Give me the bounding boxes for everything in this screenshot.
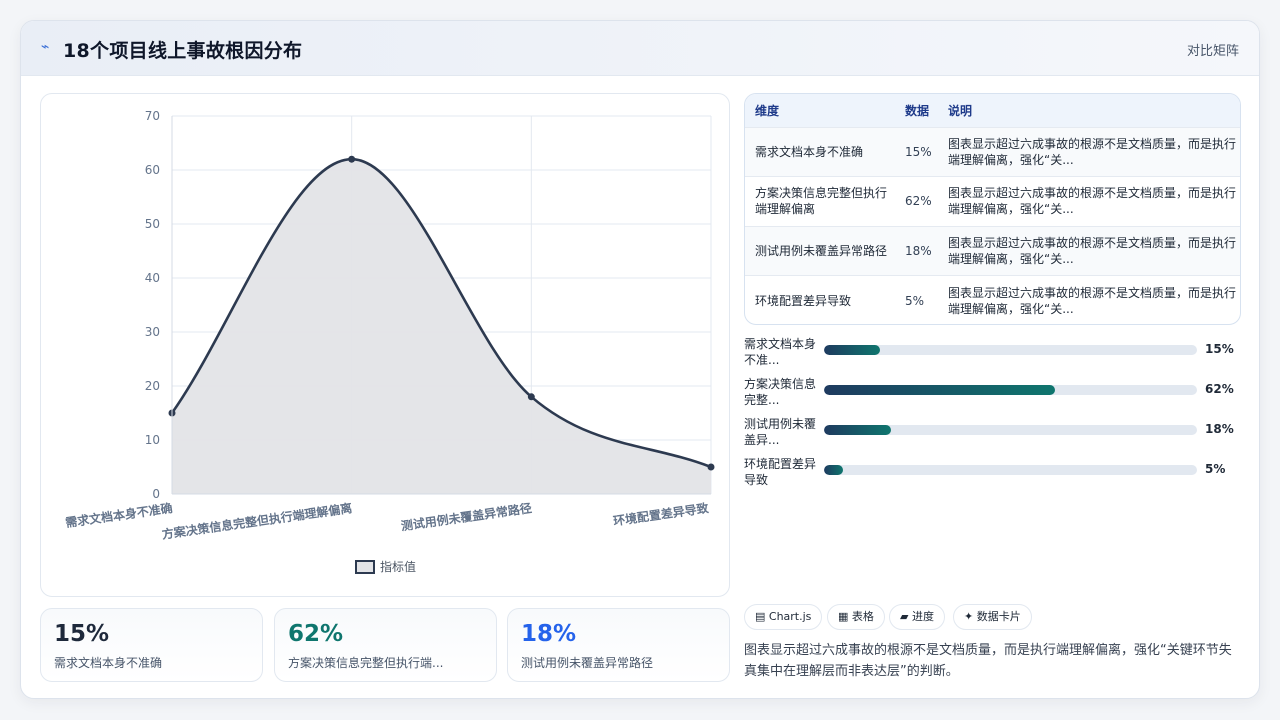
page-title: 18个项目线上事故根因分布 (63, 40, 303, 62)
progress-track (824, 425, 1197, 435)
progress-row: 需求文档本身不准... 15% (744, 336, 1241, 376)
kpi-card: 15% 需求文档本身不准确 (40, 608, 263, 682)
kpi-card: 18% 测试用例未覆盖异常路径 (507, 608, 730, 682)
x-tick-label: 方案决策信息完整但执行端理解偏离 (161, 500, 353, 542)
table-cell-dimension: 环境配置差异导致 (755, 293, 852, 308)
y-tick-label: 40 (145, 271, 160, 285)
y-tick-label: 0 (152, 487, 160, 501)
progress-track (824, 385, 1197, 395)
tag-data-card[interactable]: ✦ 数据卡片 (953, 604, 1032, 630)
table-header-row: 维度 数据 说明 (745, 94, 1240, 127)
summary-text: 图表显示超过六成事故的根源不是文档质量，而是执行端理解偏离，强化“关键环节失真集… (744, 643, 1232, 679)
progress-fill (824, 425, 892, 435)
table-header-dimension: 维度 (755, 103, 780, 118)
table-row: 环境配置差异导致 5% 图表显示超过六成事故的根源不是文档质量，而是执行端理解偏… (745, 275, 1240, 325)
y-tick-label: 20 (145, 379, 160, 393)
table-cell-description: 图表显示超过六成事故的根源不是文档质量，而是执行端理解偏离，强化“关... (948, 285, 1237, 316)
progress-list: 需求文档本身不准... 15% 方案决策信息完整... 62% 测试用例未覆盖异… (744, 336, 1241, 496)
pulse-icon: ⌁ (41, 39, 50, 55)
progress-fill (824, 345, 880, 355)
x-tick-label: 环境配置差异导致 (612, 500, 710, 528)
chart-panel: 0 10 20 30 40 50 60 70 需求文档本身不准确 方案决策信息完整但执行端理解偏离… (40, 93, 730, 597)
kpi-card: 62% 方案决策信息完整但执行端... (274, 608, 497, 682)
table-cell-description: 图表显示超过六成事故的根源不是文档质量，而是执行端理解偏离，强化“关... (948, 136, 1237, 167)
progress-label: 需求文档本身不准... (744, 337, 817, 367)
table-cell-dimension: 方案决策信息完整但执行端理解偏离 (755, 186, 888, 217)
tag-progress[interactable]: ▰ 进度 (889, 604, 945, 630)
kpi-value: 15% (54, 621, 110, 647)
progress-label: 环境配置差异导致 (744, 457, 817, 487)
progress-value: 62% (1205, 382, 1234, 396)
progress-fill (824, 385, 1056, 395)
y-tick-label: 10 (145, 433, 160, 447)
table-row: 方案决策信息完整但执行端理解偏离 62% 图表显示超过六成事故的根源不是文档质量… (745, 176, 1240, 227)
legend-label: 指标值 (380, 559, 416, 574)
table-cell-description: 图表显示超过六成事故的根源不是文档质量，而是执行端理解偏离，强化“关... (948, 235, 1237, 266)
data-point (348, 155, 356, 163)
compare-matrix-link[interactable]: 对比矩阵 (1187, 40, 1239, 59)
table-cell-value: 18% (905, 243, 932, 258)
table-cell-value: 5% (905, 293, 925, 308)
table-cell-dimension: 需求文档本身不准确 (755, 144, 864, 159)
progress-value: 15% (1205, 342, 1234, 356)
data-point (707, 463, 715, 471)
table-cell-description: 图表显示超过六成事故的根源不是文档质量，而是执行端理解偏离，强化“关... (948, 186, 1237, 217)
progress-row: 测试用例未覆盖异... 18% (744, 416, 1241, 456)
kpi-label: 方案决策信息完整但执行端... (288, 656, 444, 670)
x-tick-label: 需求文档本身不准确 (64, 500, 173, 530)
table-row: 需求文档本身不准确 15% 图表显示超过六成事故的根源不是文档质量，而是执行端理… (745, 127, 1240, 177)
header: ⌁ 18个项目线上事故根因分布 对比矩阵 (21, 21, 1259, 76)
table-header-description: 说明 (948, 103, 973, 118)
main-card: ⌁ 18个项目线上事故根因分布 对比矩阵 0 10 20 30 40 50 60 70 需求文档… (20, 20, 1260, 699)
progress-value: 18% (1205, 422, 1234, 436)
legend-swatch (355, 560, 375, 574)
y-tick-label: 60 (145, 163, 160, 177)
tag-table[interactable]: ▦ 表格 (827, 604, 885, 630)
progress-track (824, 345, 1197, 355)
progress-value: 5% (1205, 462, 1226, 476)
progress-row: 环境配置差异导致 5% (744, 456, 1241, 496)
data-point (527, 393, 535, 401)
tag-chartjs[interactable]: ▤ Chart.js (744, 604, 823, 630)
progress-label: 测试用例未覆盖异... (744, 417, 817, 447)
data-table: 维度 数据 说明 需求文档本身不准确 15% 图表显示超过六成事故的根源不是文档… (744, 93, 1241, 325)
x-tick-label: 测试用例未覆盖异常路径 (400, 500, 533, 533)
kpi-value: 18% (521, 621, 577, 647)
table-row: 测试用例未覆盖异常路径 18% 图表显示超过六成事故的根源不是文档质量，而是执行… (745, 226, 1240, 276)
progress-track (824, 465, 1197, 475)
table-cell-value: 15% (905, 144, 932, 159)
y-tick-label: 30 (145, 325, 160, 339)
kpi-label: 需求文档本身不准确 (54, 656, 163, 670)
table-cell-dimension: 测试用例未覆盖异常路径 (755, 243, 888, 258)
kpi-label: 测试用例未覆盖异常路径 (521, 656, 654, 670)
line-chart: 0 10 20 30 40 50 60 70 需求文档本身不准确方案决策信息完整但执行端理解偏离… (64, 109, 715, 574)
kpi-value: 62% (288, 621, 344, 647)
y-tick-label: 70 (145, 109, 160, 123)
y-tick-label: 50 (145, 217, 160, 231)
progress-label: 方案决策信息完整... (744, 377, 817, 407)
progress-row: 方案决策信息完整... 62% (744, 376, 1241, 416)
table-cell-value: 62% (905, 194, 932, 209)
progress-fill (824, 465, 843, 475)
table-header-data: 数据 (905, 103, 930, 118)
